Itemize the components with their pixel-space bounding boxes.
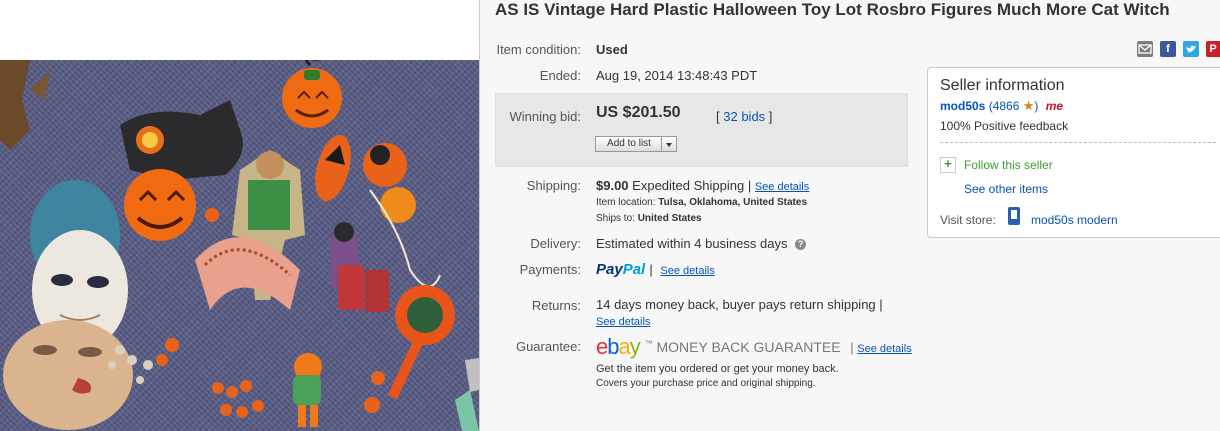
guarantee-label: Guarantee:: [515, 339, 581, 354]
winning-bid-value: US $201.50: [596, 104, 681, 121]
feedback-close: ): [1034, 99, 1039, 113]
ships-to: Ships to: United States: [596, 213, 702, 224]
add-to-list-label: Add to list: [607, 138, 651, 149]
paypal-logo: PayPal: [596, 261, 649, 278]
halloween-toys-image: [0, 60, 479, 431]
store-name-link[interactable]: mod50s modern: [1031, 213, 1118, 227]
winning-bid-label: Winning bid:: [509, 109, 581, 124]
plus-icon[interactable]: +: [940, 156, 956, 173]
ebay-logo: ebay: [596, 334, 641, 359]
help-icon[interactable]: ?: [795, 239, 807, 250]
pinterest-icon[interactable]: P: [1206, 41, 1220, 57]
email-icon[interactable]: [1137, 41, 1153, 57]
feedback-count-link[interactable]: 4866: [993, 99, 1020, 113]
ebay-tm: ™: [644, 339, 653, 348]
facebook-icon[interactable]: f: [1160, 41, 1176, 57]
returns-value: 14 days money back, buyer pays return sh…: [596, 297, 883, 312]
seller-name-row: mod50s (4866 ★) me: [940, 98, 1063, 114]
money-back-guarantee: MONEY BACK GUARANTEE: [656, 339, 841, 355]
item-location-label: Item location:: [596, 197, 656, 208]
bids-bracket-open: [: [716, 109, 720, 124]
visit-store-label: Visit store:: [940, 213, 996, 227]
ended-label: Ended:: [539, 68, 581, 83]
winning-bid-box: [495, 93, 908, 167]
product-photo[interactable]: [0, 60, 479, 431]
ended-value: Aug 19, 2014 13:48:43 PDT: [596, 68, 758, 83]
returns-see-details-link[interactable]: See details: [596, 316, 650, 328]
condition-value: Used: [596, 42, 628, 57]
listing-title: AS IS Vintage Hard Plastic Halloween Toy…: [495, 0, 1170, 19]
payments-label: Payments:: [519, 262, 581, 277]
condition-label: Item condition:: [496, 42, 581, 57]
delivery-value: Estimated within 4 business days: [596, 236, 788, 251]
guarantee-see-details-link[interactable]: See details: [857, 343, 911, 355]
seller-info-heading: Seller information: [940, 77, 1065, 94]
seller-info-box: Seller information mod50s (4866 ★) me 10…: [927, 67, 1220, 238]
bids-count: [ 32 bids ]: [716, 109, 772, 124]
returns-label: Returns:: [531, 298, 581, 313]
store-icon[interactable]: [1008, 207, 1020, 225]
star-icon: ★: [1022, 98, 1035, 113]
add-to-list-button[interactable]: Add to list: [595, 136, 677, 152]
chevron-down-icon[interactable]: [661, 137, 676, 151]
delivery-label: Delivery:: [530, 236, 581, 251]
twitter-icon[interactable]: [1183, 41, 1199, 57]
item-location-value: Tulsa, Oklahoma, United States: [658, 197, 808, 208]
positive-feedback: 100% Positive feedback: [940, 119, 1069, 133]
shipping-price: $9.00: [596, 178, 629, 193]
payments-pipe: |: [649, 262, 653, 277]
guarantee-line-1: Get the item you ordered or get your mon…: [596, 363, 839, 375]
payments-see-details-link[interactable]: See details: [660, 265, 714, 277]
shipping-label: Shipping:: [526, 178, 581, 193]
me-badge-icon[interactable]: me: [1046, 99, 1063, 113]
paypal-logo-pay: Pay: [596, 261, 623, 278]
guarantee-pipe: |: [850, 340, 854, 355]
bids-bracket-close: ]: [768, 109, 773, 124]
payments-row: PayPal | See details: [596, 261, 715, 278]
item-location: Item location: Tulsa, Oklahoma, United S…: [596, 197, 807, 208]
follow-seller-link[interactable]: Follow this seller: [964, 158, 1053, 172]
guarantee-row: ebay ™ MONEY BACK GUARANTEE | See detail…: [596, 334, 912, 360]
ships-to-label: Ships to:: [596, 213, 635, 224]
paypal-logo-pal: Pal: [622, 261, 646, 278]
seller-name-link[interactable]: mod50s: [940, 99, 985, 113]
seller-divider: [940, 142, 1216, 143]
shipping-see-details-link[interactable]: See details: [755, 181, 809, 193]
shipping-method: Expedited Shipping |: [632, 178, 752, 193]
delivery-row: Estimated within 4 business days ?: [596, 236, 807, 251]
see-other-items-link[interactable]: See other items: [964, 182, 1048, 196]
shipping-row: $9.00 Expedited Shipping | See details: [596, 178, 809, 193]
ships-to-value: United States: [637, 213, 702, 224]
returns-details: See details: [596, 313, 650, 328]
bids-link[interactable]: 32 bids: [723, 109, 765, 124]
guarantee-line-2: Covers your purchase price and original …: [596, 378, 816, 389]
